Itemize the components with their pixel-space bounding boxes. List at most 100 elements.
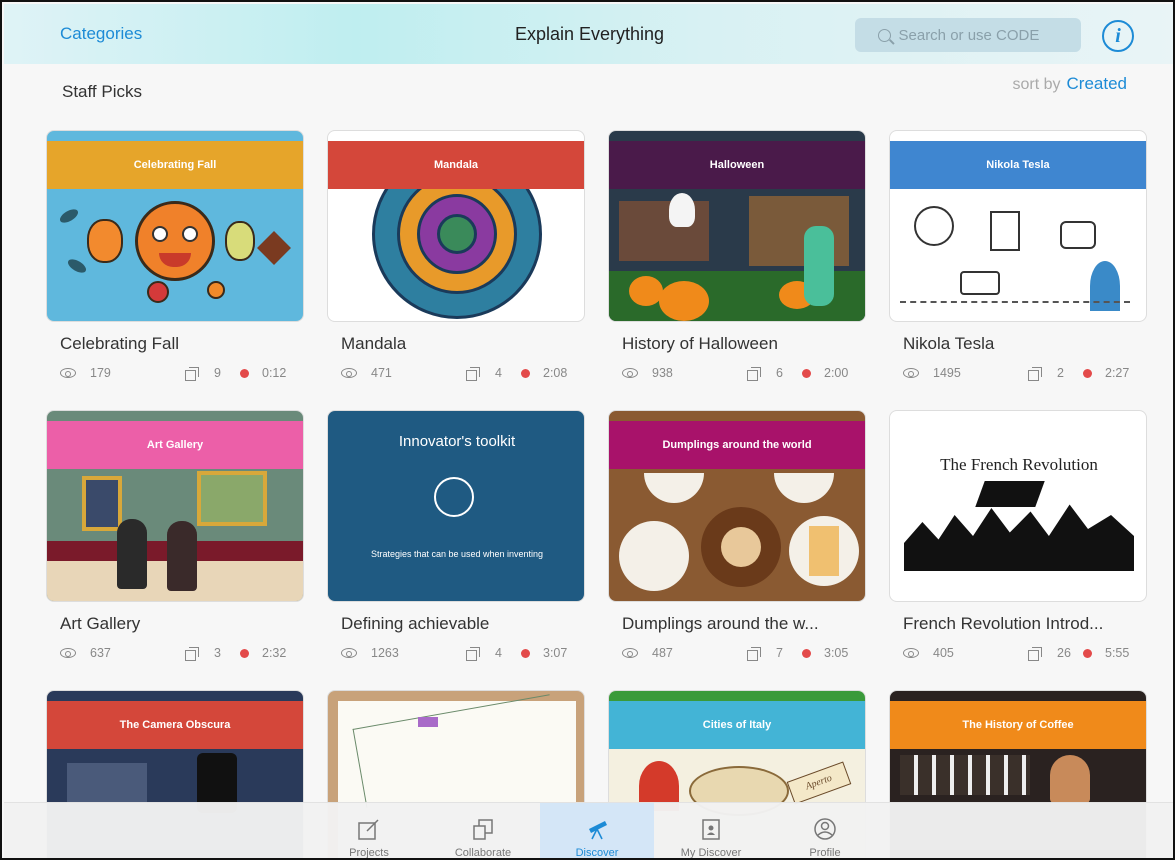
duration: 3:05 xyxy=(824,646,849,660)
camera-illustration xyxy=(67,763,147,803)
record-dot-icon xyxy=(1083,369,1092,378)
pages-icon xyxy=(747,647,761,661)
tab-collaborate[interactable]: Collaborate xyxy=(426,803,540,859)
pages-icon xyxy=(466,647,480,661)
painting-frame xyxy=(82,476,122,531)
eye-icon xyxy=(60,368,76,378)
leaf-illustration xyxy=(57,206,81,226)
view-count: 405 xyxy=(933,646,954,660)
lightbulb-icon xyxy=(434,477,474,517)
pumpkin-eye xyxy=(152,226,168,242)
duration: 5:55 xyxy=(1105,646,1130,660)
record-dot-icon xyxy=(240,649,249,658)
card-banner: The History of Coffee xyxy=(890,701,1146,749)
visitor-illustration xyxy=(167,521,197,591)
page-count: 6 xyxy=(776,366,783,380)
card-stats: 1263 4 3:07 xyxy=(341,646,577,662)
tab-label: Profile xyxy=(809,847,841,859)
card-title: Nikola Tesla xyxy=(903,334,995,353)
card-thumbnail[interactable]: The French Revolution xyxy=(889,410,1147,602)
mandala-center xyxy=(437,214,477,254)
tab-discover[interactable]: Discover xyxy=(540,803,654,858)
card-thumbnail[interactable]: Dumplings around the world xyxy=(608,410,866,602)
record-dot-icon xyxy=(521,369,530,378)
card-stats: 487 7 3:05 xyxy=(622,646,858,662)
page-count: 7 xyxy=(776,646,783,660)
duration: 0:12 xyxy=(262,366,287,380)
card-thumbnail[interactable]: Nikola Tesla xyxy=(889,130,1147,322)
aperto-sign: Aperto xyxy=(786,761,852,805)
leaf-illustration xyxy=(257,231,291,265)
page-count: 26 xyxy=(1057,646,1071,660)
record-dot-icon xyxy=(240,369,249,378)
page-count: 4 xyxy=(495,366,502,380)
record-dot-icon xyxy=(802,649,811,658)
card-title: Defining achievable xyxy=(341,614,490,633)
gourd-illustration xyxy=(87,219,123,263)
tab-profile[interactable]: Profile xyxy=(768,803,882,859)
view-count: 471 xyxy=(371,366,392,380)
card-thumbnail[interactable]: Celebrating Fall xyxy=(46,130,304,322)
duration: 2:00 xyxy=(824,366,849,380)
info-icon[interactable]: i xyxy=(1102,20,1134,52)
sort-control: sort by Created xyxy=(1013,74,1128,94)
card-banner: Celebrating Fall xyxy=(47,141,303,189)
page-count: 4 xyxy=(495,646,502,660)
card-banner: Halloween xyxy=(609,141,865,189)
small-pumpkin-illustration xyxy=(207,281,225,299)
card-banner: Art Gallery xyxy=(47,421,303,469)
card-title: History of Halloween xyxy=(622,334,778,353)
search-icon xyxy=(877,28,891,42)
sketch-illustration xyxy=(960,271,1000,295)
card-thumbnail[interactable]: Mandala Mandala xyxy=(327,130,585,322)
card-subtitle: Strategies that can be used when inventi… xyxy=(370,549,544,559)
record-dot-icon xyxy=(1083,649,1092,658)
record-dot-icon xyxy=(802,369,811,378)
duration: 3:07 xyxy=(543,646,568,660)
mindmap-highlight xyxy=(418,717,438,727)
tab-label: My Discover xyxy=(680,847,742,859)
page-count: 2 xyxy=(1057,366,1064,380)
house-illustration xyxy=(619,201,709,261)
ghost-illustration xyxy=(669,193,695,227)
sort-label: sort by xyxy=(1012,76,1061,93)
sort-value-button[interactable]: Created xyxy=(1067,74,1127,93)
view-count: 179 xyxy=(90,366,111,380)
view-count: 1495 xyxy=(933,366,961,380)
card-thumbnail[interactable]: Halloween xyxy=(608,130,866,322)
apple-illustration xyxy=(147,281,169,303)
pages-icon xyxy=(185,647,199,661)
bottom-tab-bar: Projects Collaborate Discover My Discove… xyxy=(4,802,1173,859)
dumpling-illustration xyxy=(721,527,761,567)
tab-label: Collaborate xyxy=(454,847,512,859)
trim-stripe xyxy=(609,691,865,701)
painting-frame xyxy=(197,471,267,526)
record-dot-icon xyxy=(521,649,530,658)
search-field[interactable] xyxy=(855,18,1081,52)
card-stats: 405 26 5:55 xyxy=(903,646,1139,662)
pages-icon xyxy=(1028,647,1042,661)
card-thumbnail[interactable]: Art Gallery xyxy=(46,410,304,602)
sketch-illustration xyxy=(990,211,1020,251)
jack-o-lantern-illustration xyxy=(659,281,709,321)
pear-illustration xyxy=(225,221,255,261)
card-thumbnail[interactable]: Innovator's toolkit Strategies that can … xyxy=(327,410,585,602)
top-bar: Categories Explain Everything i xyxy=(4,4,1173,64)
card-title: Dumplings around the w... xyxy=(622,614,819,633)
tab-projects[interactable]: Projects xyxy=(312,803,426,858)
section-title: Staff Picks xyxy=(62,82,142,101)
visitor-illustration xyxy=(117,519,147,589)
view-count: 487 xyxy=(652,646,673,660)
duration: 2:27 xyxy=(1105,366,1130,380)
eye-icon xyxy=(341,368,357,378)
card-stats: 1495 2 2:27 xyxy=(903,366,1139,382)
tab-my-discover[interactable]: My Discover xyxy=(654,803,768,859)
pumpkin-illustration xyxy=(135,201,215,281)
search-input[interactable] xyxy=(898,26,1059,44)
profile-icon xyxy=(813,817,837,841)
pages-icon xyxy=(185,367,199,381)
folder-person-icon xyxy=(699,817,723,841)
house-illustration xyxy=(749,196,849,266)
plate-illustration xyxy=(644,473,704,503)
card-stats: 938 6 2:00 xyxy=(622,366,858,382)
